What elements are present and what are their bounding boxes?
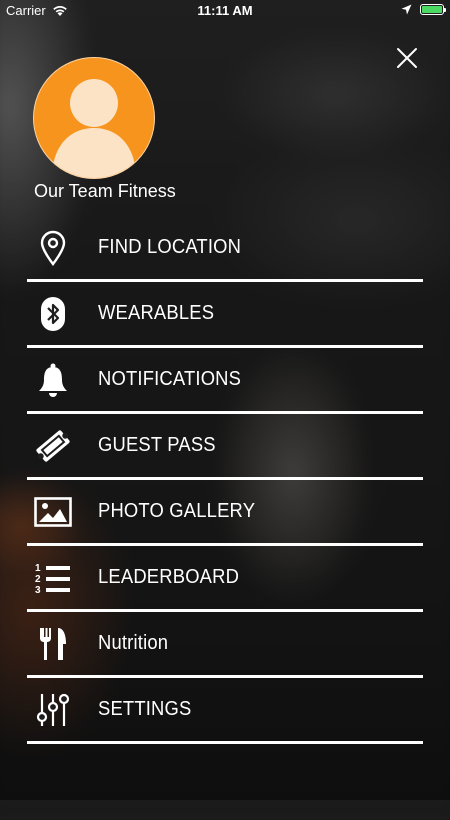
- menu-item-label: NOTIFICATIONS: [98, 368, 242, 390]
- menu-item-label: PHOTO GALLERY: [98, 500, 256, 522]
- user-silhouette-icon: [52, 79, 136, 178]
- battery-icon: [420, 4, 446, 15]
- menu-item-label: LEADERBOARD: [98, 566, 240, 588]
- numbered-list-icon: 1 2 3: [31, 556, 75, 600]
- nav-menu: FIND LOCATION WEARABLES NOTIFICATIONS GU…: [27, 216, 423, 744]
- svg-text:3: 3: [35, 585, 41, 596]
- bluetooth-icon: [31, 292, 75, 336]
- sliders-icon: [31, 688, 75, 732]
- menu-item-label: SETTINGS: [98, 698, 192, 720]
- menu-item-settings[interactable]: SETTINGS: [27, 678, 423, 744]
- fork-knife-icon: [31, 622, 75, 666]
- image-icon: [31, 490, 75, 534]
- close-icon: [397, 48, 417, 68]
- menu-item-guest-pass[interactable]: GUEST PASS: [27, 414, 423, 480]
- avatar[interactable]: [33, 57, 155, 179]
- menu-item-label: Nutrition: [98, 632, 169, 654]
- menu-item-label: WEARABLES: [98, 302, 215, 324]
- menu-item-label: GUEST PASS: [98, 434, 216, 456]
- menu-item-photo-gallery[interactable]: PHOTO GALLERY: [27, 480, 423, 546]
- bell-icon: [31, 358, 75, 402]
- ticket-icon: [31, 424, 75, 468]
- menu-item-nutrition[interactable]: Nutrition: [27, 612, 423, 678]
- status-time: 11:11 AM: [197, 3, 253, 18]
- menu-item-leaderboard[interactable]: 1 2 3 LEADERBOARD: [27, 546, 423, 612]
- location-arrow-icon: [401, 4, 412, 15]
- menu-item-notifications[interactable]: NOTIFICATIONS: [27, 348, 423, 414]
- status-bar: Carrier 11:11 AM: [0, 0, 450, 22]
- svg-text:2: 2: [35, 574, 41, 585]
- menu-item-find-location[interactable]: FIND LOCATION: [27, 216, 423, 282]
- close-button[interactable]: [395, 46, 419, 70]
- profile-section: Our Team Fitness: [33, 57, 176, 201]
- svg-text:1: 1: [35, 563, 41, 574]
- menu-item-label: FIND LOCATION: [98, 236, 242, 258]
- map-pin-icon: [31, 226, 75, 270]
- menu-item-wearables[interactable]: WEARABLES: [27, 282, 423, 348]
- profile-name: Our Team Fitness: [34, 181, 176, 201]
- status-right: [401, 4, 446, 15]
